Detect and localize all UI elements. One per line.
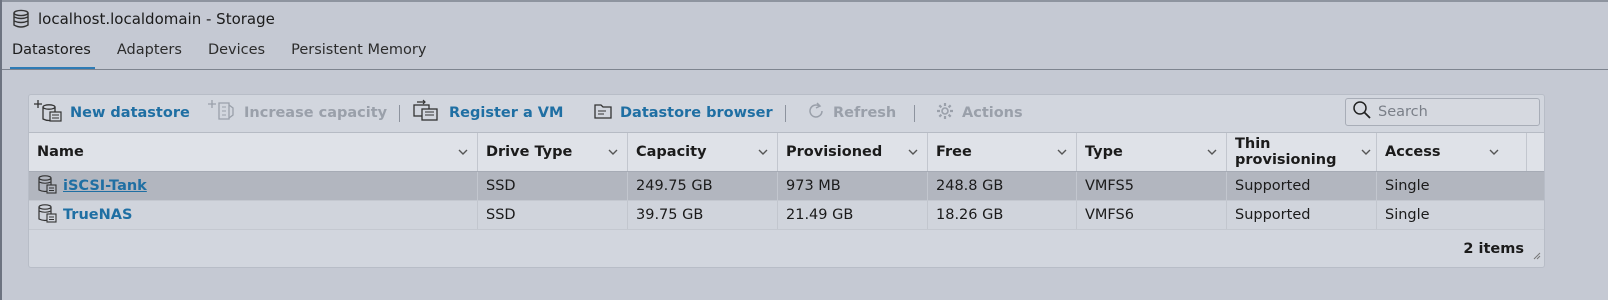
datastore-link[interactable]: iSCSI-Tank — [63, 178, 147, 194]
chevron-down-icon[interactable] — [1206, 146, 1218, 162]
chevron-down-icon[interactable] — [907, 146, 919, 162]
tab-adapters[interactable]: Adapters — [117, 40, 182, 70]
cell-provisioned: 21.49 GB — [778, 201, 928, 229]
chevron-down-icon[interactable] — [1488, 146, 1500, 162]
increase-capacity-label: Increase capacity — [244, 105, 388, 121]
increase-capacity-icon — [207, 99, 237, 127]
register-vm-button[interactable]: Register a VM — [412, 95, 563, 131]
column-header-label: Thin provisioning — [1235, 136, 1337, 168]
chevron-down-icon[interactable] — [607, 146, 619, 162]
folder-browser-icon — [593, 101, 613, 125]
cell-type: VMFS5 — [1077, 172, 1227, 200]
toolbar: New datastore Increase capacity Register… — [29, 95, 1544, 131]
datastore-icon — [37, 203, 57, 227]
tab-datastores[interactable]: Datastores — [10, 40, 95, 70]
cell-drive-type: SSD — [478, 172, 628, 200]
search-box[interactable] — [1345, 98, 1540, 126]
column-header-type[interactable]: Type — [1077, 133, 1227, 171]
datastores-table: Name Drive Type Capacity Provisioned Fre… — [29, 132, 1544, 230]
new-datastore-label: New datastore — [70, 105, 190, 121]
refresh-button[interactable]: Refresh — [806, 95, 896, 131]
chevron-down-icon[interactable] — [757, 146, 769, 162]
page-title: localhost.localdomain - Storage — [38, 10, 275, 28]
column-header-free[interactable]: Free — [928, 133, 1077, 171]
tab-devices[interactable]: Devices — [208, 40, 265, 70]
resize-grip-icon[interactable] — [1533, 245, 1541, 264]
column-header-thin-provisioning[interactable]: Thin provisioning — [1227, 133, 1377, 171]
database-icon — [12, 9, 30, 29]
cell-name: iSCSI-Tank — [29, 172, 478, 200]
table-row[interactable]: TrueNAS SSD 39.75 GB 21.49 GB 18.26 GB V… — [29, 201, 1544, 230]
column-header-label: Free — [936, 144, 972, 160]
tab-persistent-memory[interactable]: Persistent Memory — [291, 40, 426, 70]
search-input[interactable] — [1378, 104, 1528, 120]
new-datastore-button[interactable]: New datastore — [33, 95, 190, 131]
chevron-down-icon[interactable] — [1056, 146, 1068, 162]
column-header-label: Access — [1385, 144, 1441, 160]
tabs-divider — [2, 69, 1608, 70]
column-header-label: Type — [1085, 144, 1123, 160]
actions-label: Actions — [962, 105, 1023, 121]
column-header-label: Capacity — [636, 144, 707, 160]
increase-capacity-button[interactable]: Increase capacity — [207, 95, 387, 131]
column-header-label: Drive Type — [486, 144, 573, 160]
tab-bar: Datastores Adapters Devices Persistent M… — [10, 40, 452, 70]
item-count: 2 items — [1463, 241, 1524, 257]
window-frame-top — [0, 0, 1608, 2]
cell-access: Single — [1385, 207, 1430, 223]
toolbar-separator — [914, 105, 915, 122]
search-icon — [1352, 100, 1372, 124]
column-header-label: Name — [37, 144, 84, 160]
cell-type: VMFS6 — [1077, 201, 1227, 229]
actions-button[interactable]: Actions — [935, 95, 1023, 131]
datastores-panel: New datastore Increase capacity Register… — [28, 94, 1545, 268]
column-header-capacity[interactable]: Capacity — [628, 133, 778, 171]
register-vm-label: Register a VM — [449, 105, 564, 121]
datastore-link[interactable]: TrueNAS — [63, 207, 132, 223]
cell-provisioned: 973 MB — [778, 172, 928, 200]
cell-capacity: 249.75 GB — [628, 172, 778, 200]
column-header-provisioned[interactable]: Provisioned — [778, 133, 928, 171]
cell-capacity: 39.75 GB — [628, 201, 778, 229]
table-header: Name Drive Type Capacity Provisioned Fre… — [29, 132, 1544, 172]
column-header-access[interactable]: Access — [1377, 133, 1527, 171]
column-header-label: Provisioned — [786, 144, 883, 160]
cell-thin-provisioning: Supported — [1227, 201, 1377, 229]
column-header-drive-type[interactable]: Drive Type — [478, 133, 628, 171]
toolbar-separator — [399, 105, 400, 122]
register-vm-icon — [412, 99, 442, 127]
title-bar: localhost.localdomain - Storage — [12, 8, 275, 30]
cell-free: 18.26 GB — [928, 201, 1077, 229]
window-frame-left — [0, 0, 2, 300]
cell-access: Single — [1385, 178, 1430, 194]
cell-thin-provisioning: Supported — [1227, 172, 1377, 200]
datastore-browser-button[interactable]: Datastore browser — [593, 95, 773, 131]
table-row[interactable]: iSCSI-Tank SSD 249.75 GB 973 MB 248.8 GB… — [29, 172, 1544, 201]
chevron-down-icon[interactable] — [457, 146, 469, 162]
chevron-down-icon[interactable] — [1360, 146, 1372, 162]
datastore-icon — [37, 174, 57, 198]
datastore-browser-label: Datastore browser — [620, 105, 773, 121]
gear-icon — [935, 101, 955, 125]
refresh-icon — [806, 101, 826, 125]
cell-drive-type: SSD — [478, 201, 628, 229]
refresh-label: Refresh — [833, 105, 897, 121]
cell-free: 248.8 GB — [928, 172, 1077, 200]
toolbar-separator — [785, 105, 786, 122]
column-header-name[interactable]: Name — [29, 133, 478, 171]
new-datastore-icon — [33, 99, 63, 127]
cell-name: TrueNAS — [29, 201, 478, 229]
